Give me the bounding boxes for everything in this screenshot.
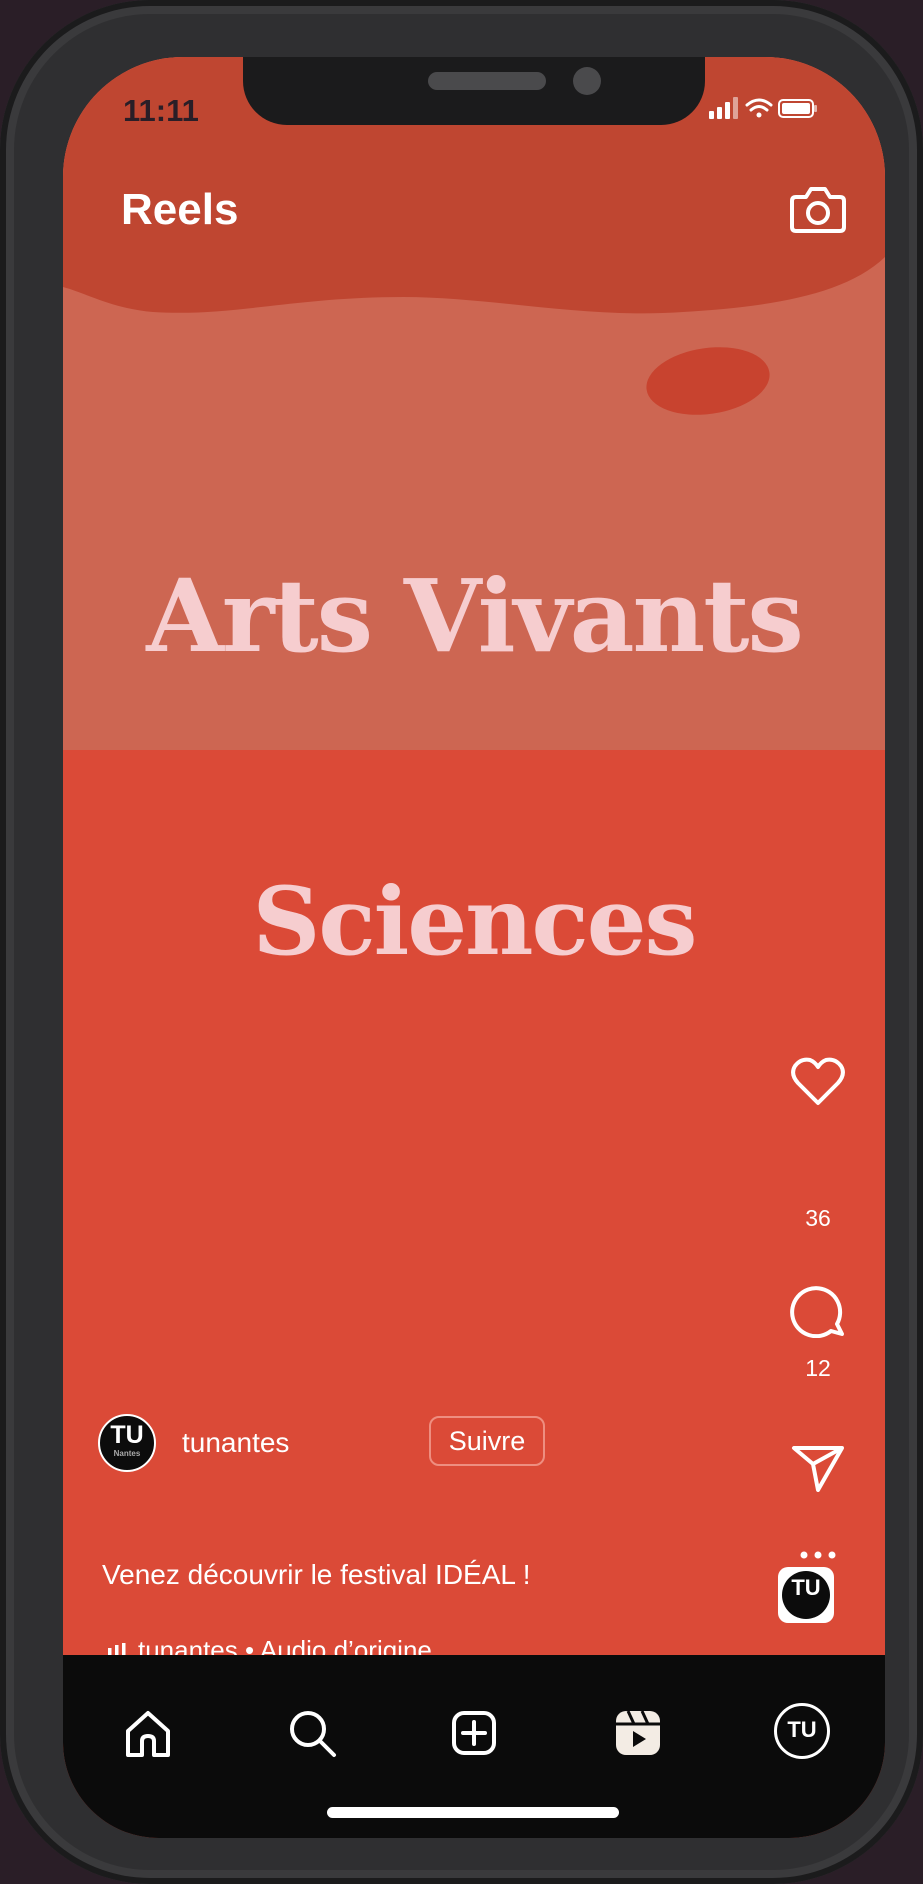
reels-icon[interactable] <box>608 1703 668 1763</box>
audio-thumbnail[interactable]: TU <box>778 1567 834 1623</box>
avatar-initials: TU <box>110 1421 144 1449</box>
audio-thumbnail-initials: TU <box>782 1571 830 1619</box>
earpiece-speaker <box>428 72 546 90</box>
avatar-subtext: Nantes <box>113 1449 141 1458</box>
device-notch <box>243 57 705 125</box>
page-title: Reels <box>121 185 239 234</box>
reel-headline-arts-vivants: Arts Vivants <box>146 557 804 675</box>
reel-headline-sciences: Sciences <box>252 867 698 977</box>
comments-count: 12 <box>805 1355 831 1381</box>
cellular-signal-icon <box>709 97 738 119</box>
reels-screen: 11:11 Reels Arts Vivants Sciences 36 12 … <box>63 57 885 1838</box>
front-camera <box>573 67 601 95</box>
create-icon[interactable] <box>444 1703 504 1763</box>
comment-icon[interactable] <box>790 1282 846 1338</box>
follow-button[interactable]: Suivre <box>429 1416 545 1466</box>
owner-avatar[interactable]: TU Nantes <box>98 1414 156 1472</box>
home-icon[interactable] <box>118 1703 178 1763</box>
phone-frame: 11:11 Reels Arts Vivants Sciences 36 12 … <box>0 0 923 1884</box>
owner-username[interactable]: tunantes <box>182 1427 289 1459</box>
search-icon[interactable] <box>282 1703 342 1763</box>
wifi-icon <box>745 98 773 118</box>
likes-count: 36 <box>805 1205 831 1231</box>
camera-icon[interactable] <box>790 183 846 235</box>
heart-icon[interactable] <box>790 1057 846 1107</box>
status-icons <box>709 97 817 119</box>
battery-icon <box>778 99 817 118</box>
profile-avatar[interactable]: TU <box>774 1703 830 1759</box>
share-icon[interactable] <box>790 1442 846 1492</box>
more-options-icon[interactable] <box>790 1549 846 1561</box>
reel-owner-row: TU Nantes tunantes Suivre <box>98 1414 698 1474</box>
home-indicator[interactable] <box>327 1807 619 1818</box>
reel-caption[interactable]: Venez découvrir le festival IDÉAL ! <box>102 1559 531 1591</box>
status-time: 11:11 <box>123 93 199 128</box>
